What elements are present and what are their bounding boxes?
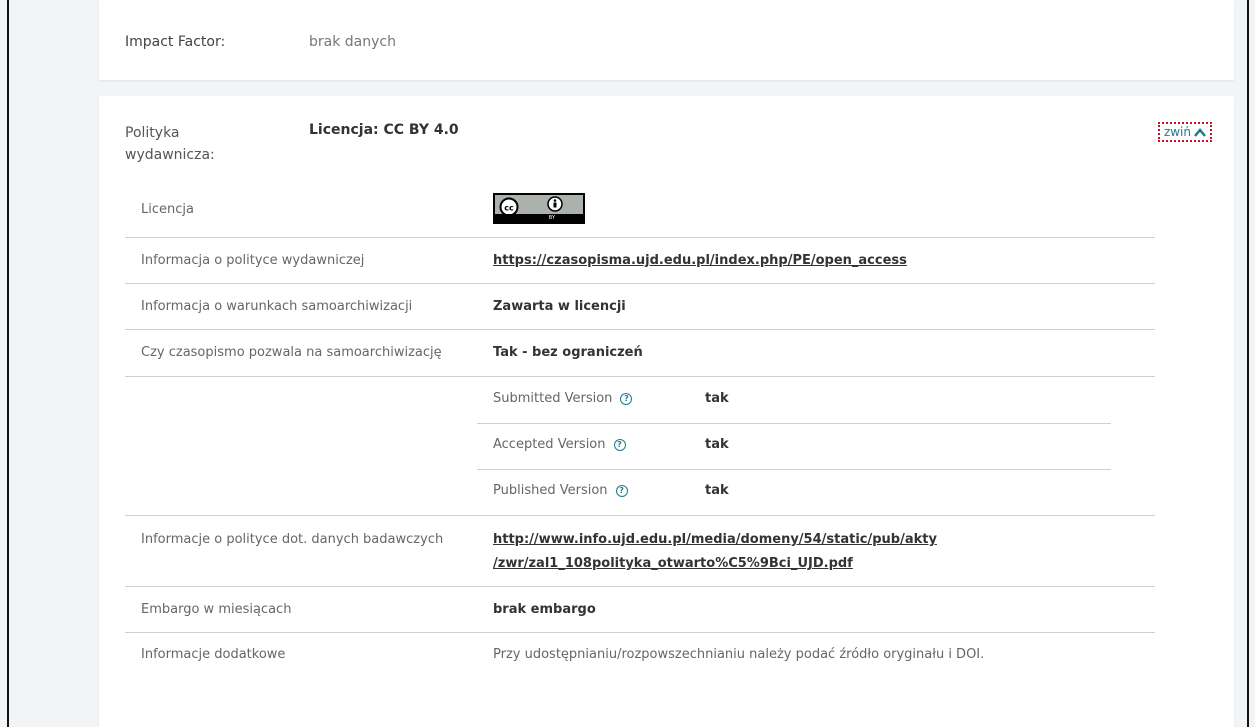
collapse-label: zwiń	[1163, 125, 1191, 139]
row-label: Informacja o warunkach samoarchiwizacji	[141, 299, 413, 314]
version-label-text: Accepted Version	[493, 437, 606, 452]
policy-table: Licencja cc BY Informacja o polityce wyd…	[125, 192, 1155, 679]
row-publishing-policy: Informacja o polityce wydawniczej https:…	[125, 238, 1155, 284]
impact-factor-value: brak danych	[309, 34, 396, 50]
policy-label: Polityka wydawnicza:	[125, 125, 215, 163]
page-frame: Impact Factor: brak danych Polityka wyda…	[7, 0, 1249, 727]
help-icon[interactable]: ?	[613, 438, 626, 451]
version-label: Accepted Version ?	[493, 437, 626, 452]
svg-text:cc: cc	[504, 204, 514, 213]
attribution-icon	[547, 196, 563, 212]
version-published: Published Version ? tak	[477, 469, 1111, 515]
row-versions: Submitted Version ? tak Accepted Version…	[125, 377, 1155, 516]
version-value: tak	[705, 483, 729, 498]
collapse-toggle[interactable]: zwiń	[1157, 122, 1213, 142]
policy-link[interactable]: https://czasopisma.ujd.edu.pl/index.php/…	[493, 253, 907, 268]
row-value: brak embargo	[493, 602, 596, 617]
cc-by-badge[interactable]: cc BY	[493, 193, 585, 224]
row-value: Zawarta w licencji	[493, 299, 626, 314]
row-label: Czy czasopismo pozwala na samoarchiwizac…	[141, 345, 442, 360]
row-label: Licencja	[141, 202, 194, 217]
research-data-link-line1[interactable]: http://www.info.ujd.edu.pl/media/domeny/…	[493, 532, 937, 547]
chevron-up-icon	[1194, 127, 1206, 137]
row-label: Informacje dodatkowe	[141, 647, 286, 662]
research-data-link-line2[interactable]: /zwr/zal1_108polityka_otwarto%C5%9Bci_UJ…	[493, 556, 853, 571]
row-label: Informacje o polityce dot. danych badawc…	[141, 532, 444, 547]
help-icon[interactable]: ?	[620, 392, 633, 405]
version-submitted: Submitted Version ? tak	[477, 377, 1111, 424]
version-value: tak	[705, 437, 729, 452]
row-self-archiving-conditions: Informacja o warunkach samoarchiwizacji …	[125, 284, 1155, 330]
row-label: Informacja o polityce wydawniczej	[141, 253, 365, 268]
policy-license-summary: Licencja: CC BY 4.0	[309, 122, 459, 138]
row-research-data-policy: Informacje o polityce dot. danych badawc…	[125, 516, 1155, 587]
impact-factor-label: Impact Factor:	[125, 34, 226, 50]
version-label: Published Version ?	[493, 483, 628, 498]
row-value: Tak - bez ograniczeń	[493, 345, 643, 360]
badge-by-label: BY	[548, 215, 555, 221]
row-embargo: Embargo w miesiącach brak embargo	[125, 587, 1155, 633]
publishing-policy-card: Polityka wydawnicza: Licencja: CC BY 4.0…	[99, 96, 1234, 727]
version-label-text: Published Version	[493, 483, 608, 498]
row-value: Przy udostępnianiu/rozpowszechnianiu nal…	[493, 647, 985, 662]
row-self-archiving-allowed: Czy czasopismo pozwala na samoarchiwizac…	[125, 330, 1155, 377]
version-value: tak	[705, 391, 729, 406]
row-label: Embargo w miesiącach	[141, 602, 292, 617]
version-accepted: Accepted Version ? tak	[477, 423, 1111, 470]
row-additional-info: Informacje dodatkowe Przy udostępnianiu/…	[125, 633, 1155, 679]
version-label: Submitted Version ?	[493, 391, 633, 406]
row-license: Licencja cc BY	[125, 192, 1155, 238]
impact-factor-card: Impact Factor: brak danych	[99, 0, 1234, 80]
badge-band	[495, 214, 583, 222]
version-label-text: Submitted Version	[493, 391, 613, 406]
help-icon[interactable]: ?	[615, 484, 628, 497]
